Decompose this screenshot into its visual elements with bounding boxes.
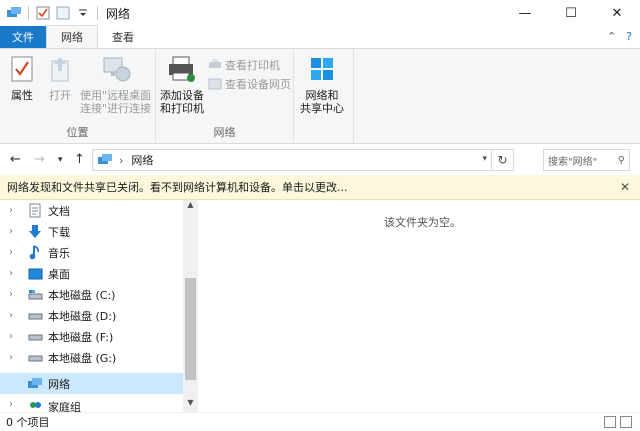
nav-item-network[interactable]: 网络 [0,373,183,394]
window-controls: — ☐ ✕ [502,0,640,26]
network-discovery-infobar[interactable]: 网络发现和文件共享已关闭。看不到网络计算机和设备。单击以更改... ✕ [0,175,640,200]
expand-chevron-icon[interactable]: › [9,205,23,216]
expand-chevron-icon[interactable]: › [9,226,23,237]
device-webpage-icon [208,78,222,90]
nav-item-homegroup[interactable]: › 家庭组 [0,399,183,412]
breadcrumb-network[interactable]: 网络 [131,152,153,168]
group-label-location: 位置 [66,126,89,139]
open-icon [44,53,76,85]
scroll-down-icon[interactable]: ▼ [183,398,198,412]
view-device-webpage-button[interactable]: 查看设备网页 [208,76,291,92]
window-title: 网络 [106,6,131,21]
nav-item-documents[interactable]: › 文档 [0,200,183,221]
network-sharing-center-button[interactable]: 网络和 共享中心 [300,53,344,115]
infobar-message: 网络发现和文件共享已关闭。看不到网络计算机和设备。单击以更改... [7,181,348,194]
ribbon-tabs: 文件 网络 查看 ⌃ ? [0,25,640,48]
tab-view[interactable]: 查看 [98,26,148,48]
infobar-close-icon[interactable]: ✕ [620,180,630,194]
back-arrow-icon[interactable]: ← [10,152,21,167]
scroll-up-icon[interactable]: ▲ [183,200,198,214]
customize-dropdown-icon[interactable] [75,5,91,21]
title-bar: 网络 — ☐ ✕ [0,0,640,26]
nav-item-drive-c[interactable]: › 本地磁盘 (C:) [0,284,183,305]
remote-desktop-button[interactable]: 使用"远程桌面 连接"进行连接 [80,53,151,115]
nav-item-desktop[interactable]: › 桌面 [0,263,183,284]
address-bar[interactable]: › 网络 ▾ ↻ [92,149,514,171]
properties-check-icon[interactable] [35,5,51,21]
nav-pane-scrollbar[interactable]: ▲ ▼ [183,200,198,412]
document-icon [27,203,43,219]
breadcrumb-chevron-icon[interactable]: › [119,154,123,167]
ribbon: 属性 打开 使用"远程桌面 连接"进行连接 位置 添加设备 和打印机 查看打印机… [0,48,640,144]
properties-button[interactable]: 属性 [6,53,38,102]
add-devices-button[interactable]: 添加设备 和打印机 [160,53,204,115]
item-count: 0 个项目 [6,416,50,429]
open-button[interactable]: 打开 [44,53,76,102]
ribbon-group-sharing: 网络和 共享中心 [294,49,354,143]
scrollbar-thumb[interactable] [185,278,196,380]
navigation-pane: › 文档 › 下载 › 音乐 › 桌面 › 本地磁盘 (C:) › 本地磁盘 (… [0,200,198,412]
expand-chevron-icon[interactable]: › [9,247,23,258]
system-drive-icon [27,287,43,303]
details-view-icon[interactable] [604,416,616,428]
ribbon-collapse-icon[interactable]: ⌃ [607,30,616,43]
group-label-network: 网络 [213,126,236,139]
remote-desktop-icon [100,53,132,85]
new-folder-icon[interactable] [55,5,71,21]
file-list-area[interactable]: 该文件夹为空。 [198,200,640,412]
expand-chevron-icon[interactable]: › [9,289,23,300]
properties-icon [6,53,38,85]
drive-icon [27,329,43,345]
nav-item-music[interactable]: › 音乐 [0,242,183,263]
view-printers-icon [209,59,221,68]
expand-chevron-icon[interactable]: › [9,399,23,410]
refresh-icon[interactable]: ↻ [491,150,513,170]
forward-arrow-icon[interactable]: → [34,152,45,167]
view-printers-button[interactable]: 查看打印机 [208,57,280,73]
close-button[interactable]: ✕ [594,0,640,26]
empty-folder-message: 该文件夹为空。 [384,216,461,229]
address-dropdown-icon[interactable]: ▾ [482,154,487,164]
expand-chevron-icon[interactable]: › [9,352,23,363]
nav-item-downloads[interactable]: › 下载 [0,221,183,242]
maximize-button[interactable]: ☐ [548,0,594,26]
tab-file[interactable]: 文件 [0,26,46,48]
drive-icon [27,308,43,324]
network-sharing-center-icon [306,53,338,85]
quick-access-toolbar [0,0,100,26]
status-bar: 0 个项目 [0,412,640,431]
music-icon [27,245,43,261]
download-icon [27,224,43,240]
expand-chevron-icon[interactable]: › [9,268,23,279]
minimize-button[interactable]: — [502,0,548,26]
large-icons-view-icon[interactable] [620,416,632,428]
nav-item-drive-d[interactable]: › 本地磁盘 (D:) [0,305,183,326]
desktop-icon [27,266,43,282]
ribbon-group-network: 添加设备 和打印机 查看打印机 查看设备网页 网络 [156,49,294,143]
network-icon [98,154,112,164]
tab-network[interactable]: 网络 [46,25,98,48]
network-icon [27,376,43,392]
nav-item-drive-g[interactable]: › 本地磁盘 (G:) [0,347,183,368]
search-icon: ⚲ [617,154,625,166]
drive-icon [27,350,43,366]
network-window-icon[interactable] [6,5,22,21]
navigation-bar: ← → ▾ ↑ › 网络 ▾ ↻ 搜索"网络" ⚲ [0,144,640,174]
recent-locations-icon[interactable]: ▾ [58,155,63,165]
up-arrow-icon[interactable]: ↑ [74,152,85,167]
help-icon[interactable]: ? [626,30,632,43]
homegroup-icon [27,399,43,412]
expand-chevron-icon[interactable]: › [9,310,23,321]
search-input[interactable]: 搜索"网络" ⚲ [543,149,630,171]
ribbon-group-location: 属性 打开 使用"远程桌面 连接"进行连接 位置 [0,49,156,143]
expand-chevron-icon[interactable]: › [9,331,23,342]
nav-item-drive-f[interactable]: › 本地磁盘 (F:) [0,326,183,347]
printer-icon [166,53,198,85]
